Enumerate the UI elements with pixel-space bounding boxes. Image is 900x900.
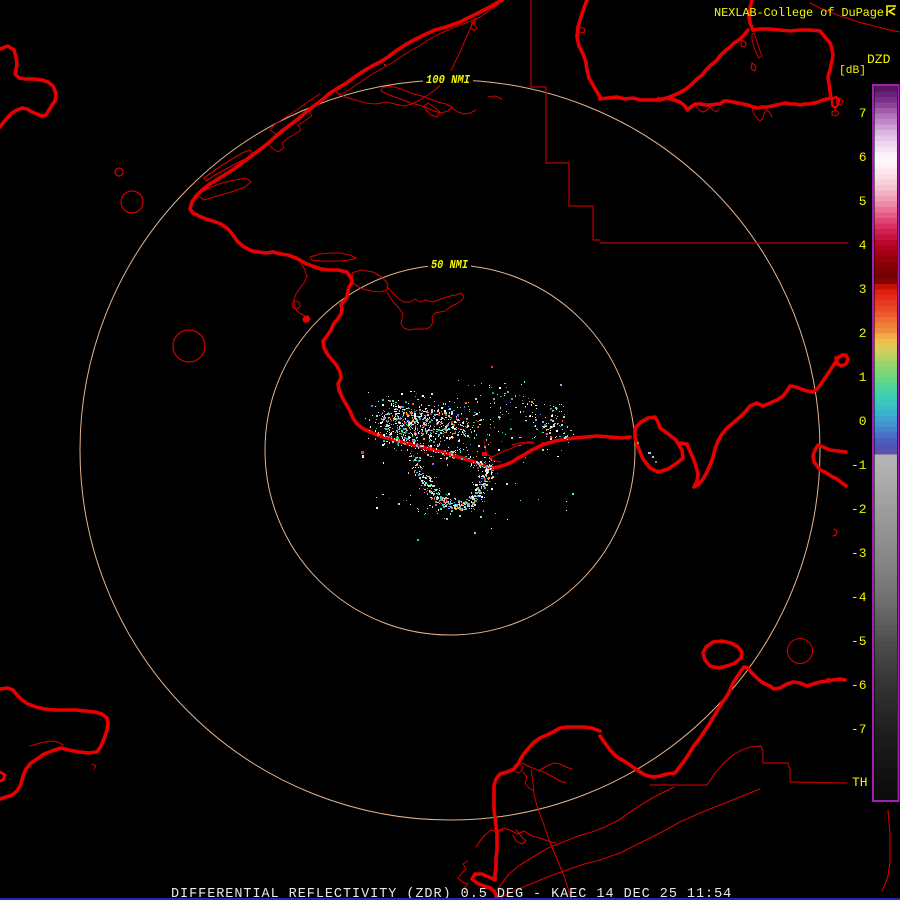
svg-text:-2: -2 [851, 502, 867, 517]
svg-text:50 NMI: 50 NMI [431, 258, 469, 272]
svg-text:-4: -4 [851, 590, 867, 605]
svg-text:3: 3 [859, 282, 867, 297]
svg-text:4: 4 [859, 238, 867, 253]
svg-text:-3: -3 [851, 546, 867, 561]
svg-text:2: 2 [859, 326, 867, 341]
svg-text:-6: -6 [851, 678, 867, 693]
svg-text:7: 7 [859, 106, 867, 121]
svg-text:5: 5 [859, 194, 867, 209]
svg-text:[dB]: [dB] [839, 65, 866, 77]
svg-text:100 NMI: 100 NMI [426, 73, 471, 87]
svg-text:1: 1 [859, 370, 867, 385]
svg-text:0: 0 [859, 414, 867, 429]
svg-text:6: 6 [859, 150, 867, 165]
svg-text:NEXLAB-College of DuPage: NEXLAB-College of DuPage [714, 6, 884, 20]
svg-text:-1: -1 [851, 458, 867, 473]
svg-text:DZD: DZD [867, 52, 891, 67]
svg-text:-7: -7 [851, 722, 867, 737]
svg-text:TH: TH [852, 775, 868, 790]
svg-text:-5: -5 [851, 634, 867, 649]
